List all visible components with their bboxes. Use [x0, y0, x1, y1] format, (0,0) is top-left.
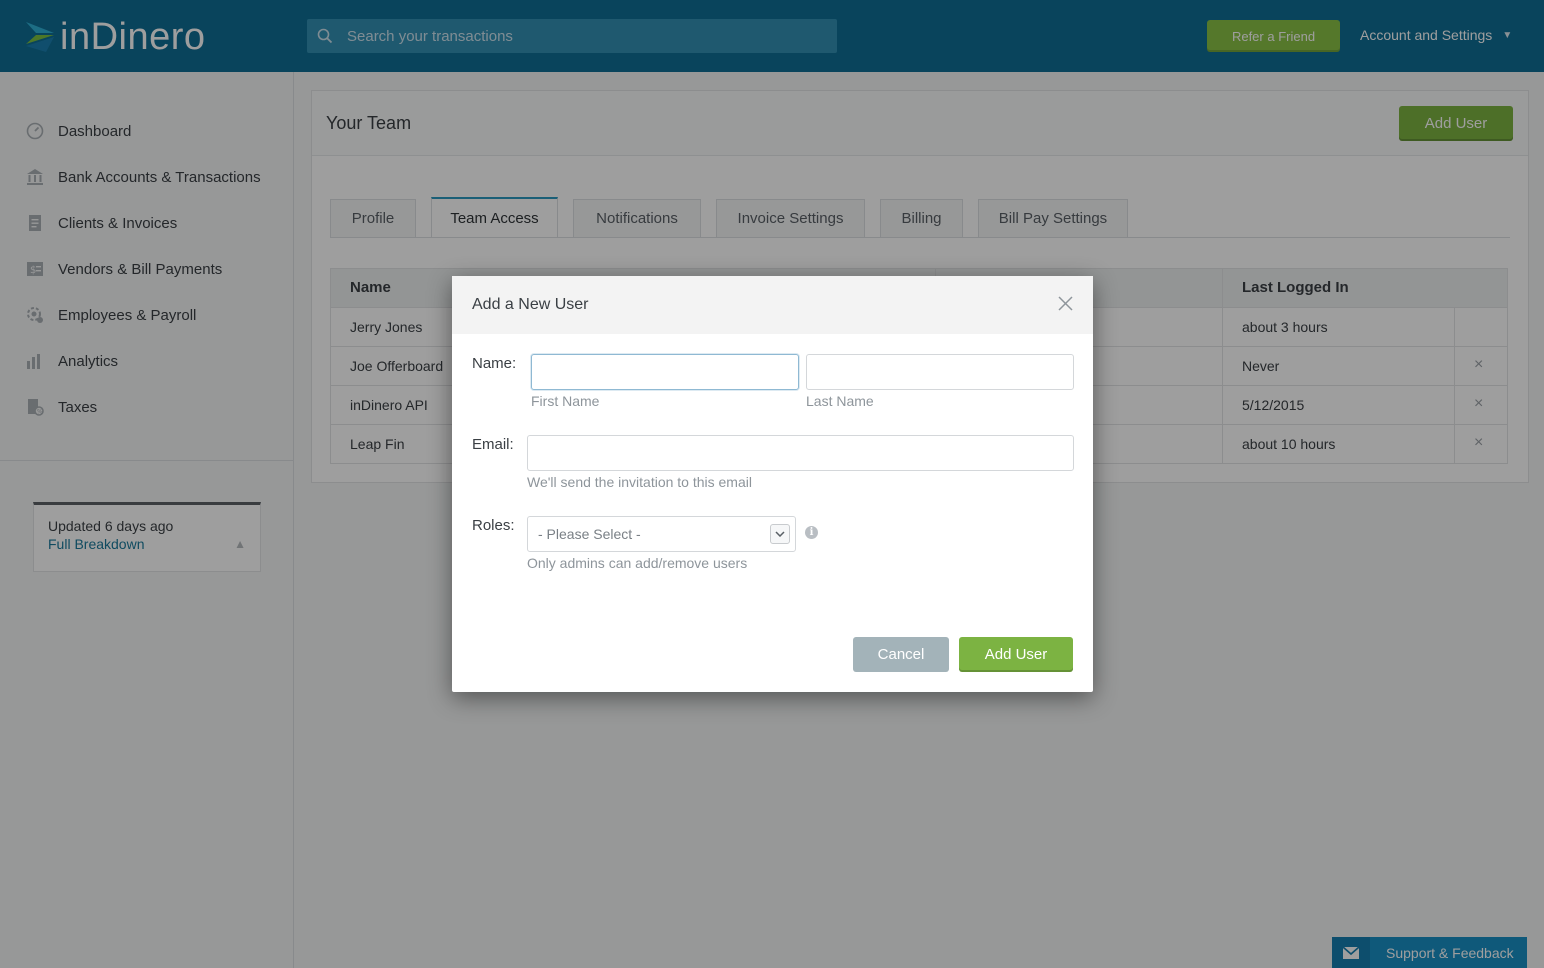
email-input[interactable] — [527, 435, 1074, 471]
close-icon[interactable] — [1056, 294, 1076, 314]
dialog-header: Add a New User — [452, 276, 1093, 334]
last-name-input[interactable] — [806, 354, 1074, 390]
info-icon[interactable]: i — [805, 526, 818, 539]
email-hint: We'll send the invitation to this email — [527, 474, 752, 490]
roles-select[interactable]: - Please Select - — [527, 516, 796, 552]
email-label: Email: — [472, 436, 514, 453]
roles-selected-value: - Please Select - — [538, 526, 641, 542]
dialog-title: Add a New User — [472, 296, 589, 313]
cancel-button[interactable]: Cancel — [853, 637, 949, 672]
confirm-add-user-button[interactable]: Add User — [959, 637, 1073, 672]
roles-label: Roles: — [472, 517, 515, 534]
add-user-dialog: Add a New User Name: First Name Last Nam… — [452, 276, 1093, 692]
last-name-hint: Last Name — [806, 393, 874, 409]
name-label: Name: — [472, 355, 517, 372]
first-name-input[interactable] — [531, 354, 799, 390]
roles-hint: Only admins can add/remove users — [527, 555, 748, 571]
first-name-hint: First Name — [531, 393, 600, 409]
chevron-down-icon — [770, 524, 790, 544]
